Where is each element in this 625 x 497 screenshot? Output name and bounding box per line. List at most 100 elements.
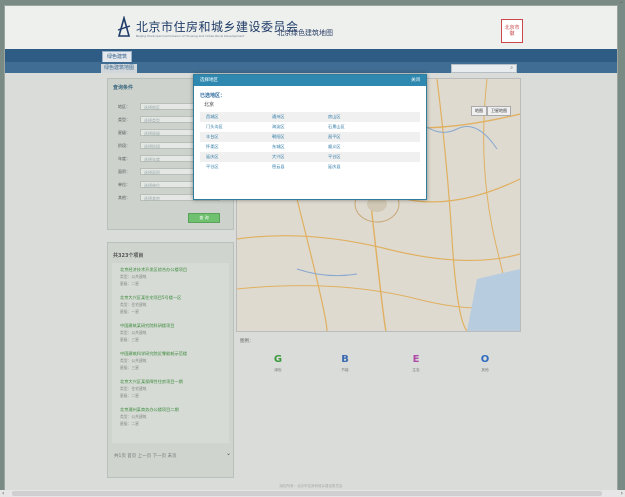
filter-label: 星级：: [118, 130, 130, 135]
scroll-up-icon[interactable]: ⌃: [619, 1, 624, 8]
district-row: 怀柔区 东城区 顺义区: [200, 142, 420, 152]
dialog-title: 选择地区: [200, 78, 218, 83]
district-option[interactable]: 通州区: [272, 112, 285, 122]
subtab-green-map[interactable]: 绿色建筑地图: [101, 64, 138, 73]
seal-text: 北京市徽: [504, 25, 520, 37]
district-grid: 西城区 通州区 房山区 门头沟区 海淀区 石景山区 丰台区 朝阳区 昌平区 怀柔…: [200, 112, 420, 172]
district-dialog: 选择地区 关闭 已选地区： 北京 西城区 通州区 房山区 门头沟区 海淀区 石景…: [193, 74, 427, 200]
dialog-close-button[interactable]: 关闭: [411, 75, 420, 86]
filter-label: 地区：: [118, 104, 130, 109]
filter-title: 查询条件: [113, 85, 134, 91]
district-option[interactable]: 平谷区: [328, 152, 341, 162]
chevron-down-icon[interactable]: ⌄: [226, 450, 231, 457]
selected-label: 已选地区：: [200, 93, 226, 99]
legend-label: 绿色: [274, 368, 282, 372]
district-row: 丰台区 朝阳区 昌平区: [200, 132, 420, 142]
district-option[interactable]: 怀柔区: [206, 142, 219, 152]
map-type-satellite[interactable]: 卫星地图: [487, 106, 511, 116]
org-subtitle: Beijing Municipal Commission of Housing …: [136, 34, 245, 38]
list-item[interactable]: 中国建筑科学研究院近零能耗示范楼 类型：公共建筑 星级：三星: [120, 351, 228, 371]
project-star: 星级：一星: [120, 309, 139, 314]
seal-logo: 北京市徽: [501, 19, 523, 43]
project-star: 星级：三星: [120, 365, 139, 370]
legend-label: 节能: [341, 368, 349, 372]
footer-copyright: 版权所有：北京市住房和城乡建设委员会: [279, 484, 343, 488]
district-option[interactable]: 延庆县: [328, 162, 341, 172]
filter-label: 类型：: [118, 117, 130, 122]
district-option[interactable]: 昌平区: [328, 132, 341, 142]
legend-item-other: O 其他: [475, 354, 495, 373]
district-row: 延庆区 大兴区 平谷区: [200, 152, 420, 162]
district-option[interactable]: 丰台区: [206, 132, 219, 142]
scrollbar-thumb[interactable]: [12, 491, 602, 496]
map-type-map[interactable]: 地图: [471, 106, 487, 116]
project-star: 星级：二星: [120, 393, 139, 398]
project-star: 星级：二星: [120, 421, 139, 426]
selected-district[interactable]: 北京: [204, 101, 214, 108]
site-header: 北京市住房和城乡建设委员会 Beijing Municipal Commissi…: [5, 6, 617, 49]
project-type: 类型：住宅建筑: [120, 386, 147, 391]
list-item[interactable]: 北京经济技术开发区综合办公楼项目 类型：公共建筑 星级：二星: [120, 267, 228, 287]
map-type-toggle: 地图 卫星地图: [471, 106, 511, 116]
legend-item-green: G 绿色: [268, 354, 288, 373]
district-option[interactable]: 门头沟区: [206, 122, 223, 132]
search-input[interactable]: ⌕: [451, 64, 517, 73]
map-legend: 图例： G 绿色 B 节能 E 生态 O 其他: [236, 336, 519, 386]
legend-item-energy: B 节能: [335, 354, 355, 373]
district-option[interactable]: 平谷区: [206, 162, 219, 172]
list-item[interactable]: 北京通州某商务办公楼项目二期 类型：公共建筑 星级：二星: [120, 407, 228, 427]
filter-label: 单位：: [118, 182, 130, 187]
sub-nav: 绿色建筑地图 ⌕: [5, 62, 617, 73]
district-row: 西城区 通州区 房山区: [200, 112, 420, 122]
site-title: 北京绿色建筑地图: [277, 29, 333, 37]
main-nav: 绿色建筑: [5, 49, 617, 63]
district-row: 平谷区 密云县 延庆县: [200, 162, 420, 172]
district-option[interactable]: 东城区: [272, 142, 285, 152]
filter-label: 阶段：: [118, 143, 130, 148]
scroll-right-icon[interactable]: ›: [621, 490, 623, 497]
legend-g-icon: G: [273, 354, 283, 365]
list-item[interactable]: 北京大兴区某保障性住房项目一期 类型：住宅建筑 星级：二星: [120, 379, 228, 399]
project-star: 星级：二星: [120, 281, 139, 286]
district-option[interactable]: 大兴区: [272, 152, 285, 162]
commission-logo-icon: [117, 16, 131, 37]
filter-label: 其他：: [118, 195, 130, 200]
district-option[interactable]: 西城区: [206, 112, 219, 122]
dialog-header: 选择地区 关闭: [194, 75, 426, 86]
district-option[interactable]: 密云县: [272, 162, 285, 172]
legend-b-icon: B: [341, 354, 349, 365]
legend-label: 其他: [481, 368, 489, 372]
project-list: 北京经济技术开发区综合办公楼项目 类型：公共建筑 星级：二星 北京大兴区某住宅项…: [112, 263, 231, 457]
list-item[interactable]: 中国建筑某研究院科研楼项目 类型：公共建筑 星级：三星: [120, 323, 228, 343]
search-button[interactable]: 查 询: [188, 213, 220, 223]
legend-o-icon: O: [480, 354, 490, 365]
horizontal-scrollbar[interactable]: ‹ ›: [0, 490, 625, 497]
project-type: 类型：公共建筑: [120, 330, 147, 335]
legend-title: 图例：: [240, 339, 254, 344]
district-option[interactable]: 海淀区: [272, 122, 285, 132]
project-star: 星级：三星: [120, 337, 139, 342]
filter-label: 年度：: [118, 156, 130, 161]
project-type: 类型：公共建筑: [120, 274, 147, 279]
district-row: 门头沟区 海淀区 石景山区: [200, 122, 420, 132]
district-option[interactable]: 延庆区: [206, 152, 219, 162]
browser-window: 北京市住房和城乡建设委员会 Beijing Municipal Commissi…: [4, 5, 618, 491]
legend-e-icon: E: [412, 354, 420, 365]
district-option[interactable]: 石景山区: [328, 122, 345, 132]
legend-item-eco: E 生态: [406, 354, 426, 373]
project-list-panel: 共323个项目 北京经济技术开发区综合办公楼项目 类型：公共建筑 星级：二星 北…: [107, 242, 234, 478]
project-type: 类型：住宅建筑: [120, 302, 147, 307]
project-type: 类型：公共建筑: [120, 358, 147, 363]
district-option[interactable]: 朝阳区: [272, 132, 285, 142]
org-title: 北京市住房和城乡建设委员会: [136, 20, 299, 34]
district-option[interactable]: 顺义区: [328, 142, 341, 152]
search-icon[interactable]: ⌕: [510, 66, 513, 71]
project-type: 类型：公共建筑: [120, 414, 147, 419]
list-item[interactable]: 北京大兴区某住宅项目5号楼一区 类型：住宅建筑 星级：一星: [120, 295, 228, 315]
pagination[interactable]: 共1页 首页 上一页 下一页 末页: [114, 453, 177, 459]
scroll-left-icon[interactable]: ‹: [2, 490, 4, 497]
project-count: 共323个项目: [113, 253, 144, 259]
district-option[interactable]: 房山区: [328, 112, 341, 122]
filter-label: 面积：: [118, 169, 130, 174]
legend-label: 生态: [412, 368, 420, 372]
